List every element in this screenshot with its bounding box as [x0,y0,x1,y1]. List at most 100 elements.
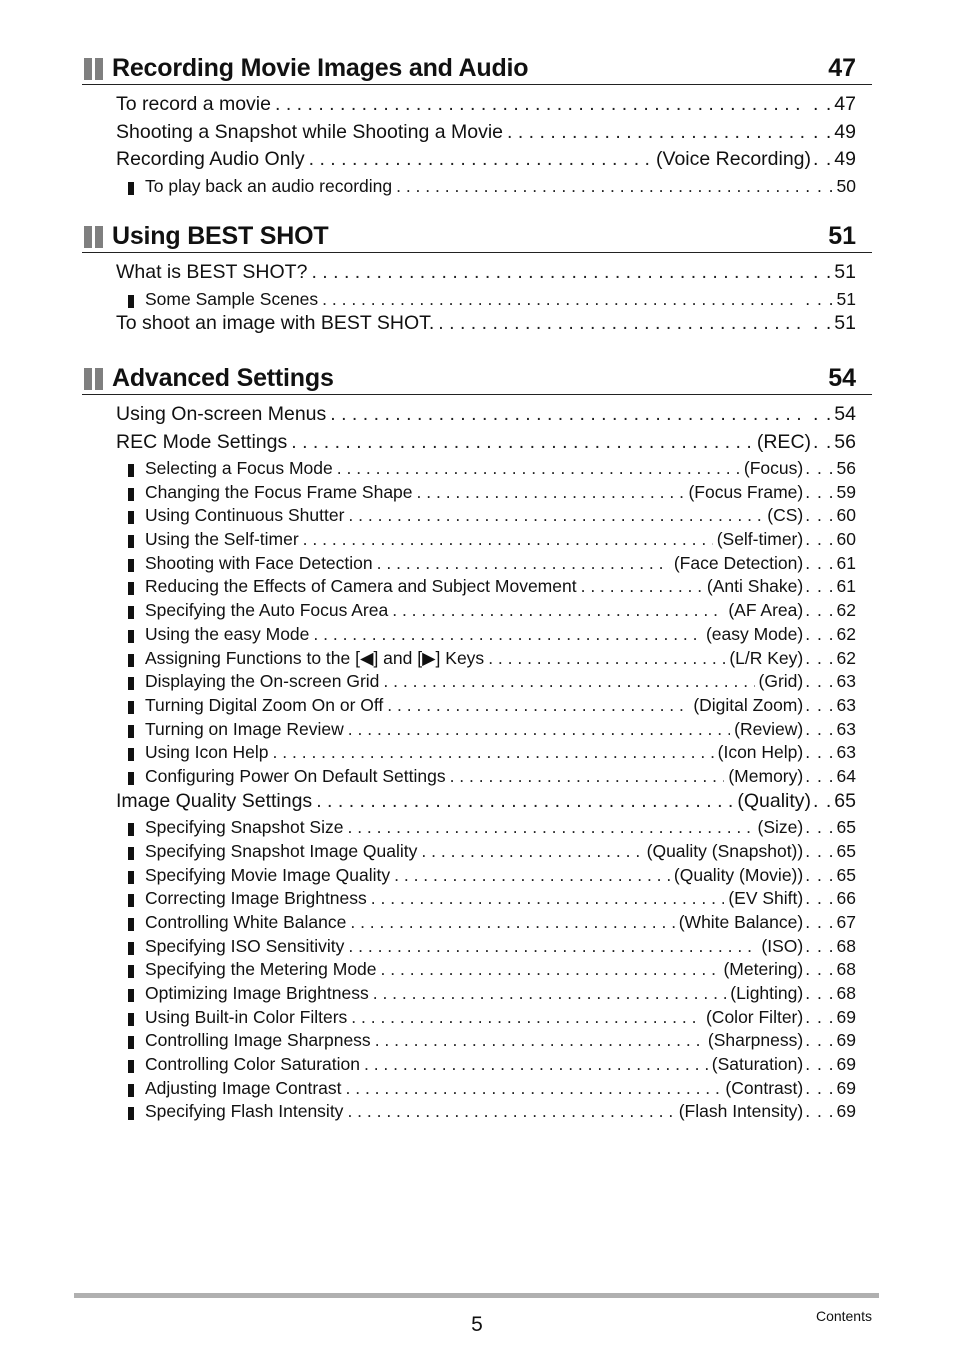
entry-page-number: 51 [834,261,856,283]
entry-label: Using Built-in Color Filters [145,1006,348,1027]
entry-label: Reducing the Effects of Camera and Subje… [145,576,577,597]
dot-leader [273,742,714,763]
entry-mode-tag: (Flash Intensity) [678,1101,804,1122]
bullet-icon [128,653,134,667]
dot-leader-short: . . . [805,935,835,956]
toc-subentry[interactable]: Optimizing Image Brightness (Lighting). .… [82,983,856,1007]
entry-page-number: 68 [836,959,856,980]
entry-page-number: 60 [836,505,856,526]
dot-leader [392,600,724,621]
entry-page-number: 68 [836,935,856,956]
dot-leader-short: . . [813,93,833,115]
bullet-icon [128,941,134,955]
toc-entry[interactable]: REC Mode Settings (REC). .56 [82,431,856,459]
toc-subentry[interactable]: Using the easy Mode (easy Mode). . .62 [82,624,856,648]
entry-page-number: 49 [834,120,856,143]
dot-leader-short: . . . [805,505,835,526]
toc-subentry[interactable]: Correcting Image Brightness (EV Shift). .… [82,888,856,912]
toc-entry[interactable]: To record a movie . .47 [82,93,856,121]
entry-mode-tag: (AF Area) [728,600,804,621]
entry-mode-tag: (Self-timer) [716,529,804,550]
toc-entry[interactable]: Recording Audio Only (Voice Recording). .… [82,148,856,176]
toc-subentry[interactable]: Using Icon Help (Icon Help). . .63 [82,742,856,766]
dot-leader [581,576,703,597]
toc-subentry[interactable]: Some Sample Scenes . . .51 [82,289,856,313]
dot-leader-short: . . . [805,1101,835,1122]
toc-subentry[interactable]: Specifying Snapshot Image Quality (Qualit… [82,841,856,865]
entry-mode-tag: (Review) [734,718,804,739]
entry-label: Using Icon Help [145,742,269,763]
bullet-icon [128,181,134,195]
toc-subentry[interactable]: To play back an audio recording . . .50 [82,176,856,200]
toc-subentry[interactable]: Using Continuous Shutter (CS). . .60 [82,505,856,529]
toc-subentry[interactable]: Shooting with Face Detection (Face Detect… [82,553,856,577]
dot-leader-short: . . [813,312,833,335]
dot-leader [291,431,753,454]
entry-mode-tag: (Anti Shake) [706,576,804,597]
entry-label: Specifying Snapshot Image Quality [145,840,418,861]
entry-list: Using On-screen Menus. .54REC Mode Setti… [82,403,872,1125]
entry-mode-tag: (Color Filter) [705,1006,804,1027]
entry-mode-tag: (Icon Help) [717,742,804,763]
toc-subentry[interactable]: Specifying the Auto Focus Area (AF Area).… [82,600,856,624]
bullet-icon [128,1012,134,1026]
toc-entry[interactable]: Image Quality Settings (Quality). .65 [82,790,856,818]
entry-page-number: 51 [836,288,856,309]
toc-subentry[interactable]: Specifying Flash Intensity (Flash Intensi… [82,1101,856,1125]
bullet-icon [128,846,134,860]
bullet-icon [128,677,134,691]
toc-subentry[interactable]: Using the Self-timer (Self-timer). . .60 [82,529,856,553]
toc-subentry[interactable]: Controlling Color Saturation (Saturation)… [82,1054,856,1078]
entry-mode-tag: (Face Detection) [673,552,804,573]
entry-label: Controlling Image Sharpness [145,1030,371,1051]
toc-subentry[interactable]: Specifying Snapshot Size (Size). . .65 [82,817,856,841]
toc-entry[interactable]: What is BEST SHOT? . .51 [82,261,856,289]
toc-subentry[interactable]: Assigning Functions to the [◀] and [▶] K… [82,648,856,672]
toc-subentry[interactable]: Specifying ISO Sensitivity (ISO). . .68 [82,936,856,960]
toc-subentry[interactable]: Turning on Image Review (Review). . .63 [82,719,856,743]
dot-leader-short: . . . [805,864,835,885]
entry-page-number: 62 [836,600,856,621]
entry-mode-tag: (Saturation) [711,1054,804,1074]
entry-page-number: 62 [836,623,856,644]
entry-mode-tag: (Quality (Movie)) [673,864,804,885]
entry-page-number: 61 [836,576,856,597]
dot-leader [337,458,740,479]
toc-subentry[interactable]: Specifying the Metering Mode (Metering). … [82,959,856,983]
entry-page-number: 61 [836,552,856,573]
dot-leader-short: . . . [805,1006,835,1027]
toc-subentry[interactable]: Using Built-in Color Filters (Color Filte… [82,1007,856,1031]
dot-leader-short: . . . [805,529,835,550]
toc-subentry[interactable]: Controlling White Balance (White Balance)… [82,912,856,936]
entry-page-number: 65 [836,817,856,838]
dot-leader [330,403,807,426]
dot-leader [371,888,725,909]
dot-leader [347,1101,674,1122]
dot-leader [364,1054,708,1075]
page-number: 5 [471,1313,483,1336]
toc-subentry[interactable]: Adjusting Image Contrast (Contrast). . .6… [82,1078,856,1102]
toc-subentry[interactable]: Controlling Image Sharpness (Sharpness). … [82,1030,856,1054]
dot-leader [316,790,733,813]
toc-subentry[interactable]: Turning Digital Zoom On or Off (Digital Z… [82,695,856,719]
dot-leader [347,817,753,838]
toc-subentry[interactable]: Changing the Focus Frame Shape (Focus Fra… [82,482,856,506]
toc-subentry[interactable]: Selecting a Focus Mode (Focus). . .56 [82,458,856,482]
dot-leader-short: . . . [805,718,835,739]
toc-entry[interactable]: To shoot an image with BEST SHOT. . .51 [82,312,856,340]
toc-subentry[interactable]: Displaying the On-screen Grid (Grid). . .… [82,671,856,695]
section-heading[interactable]: Using BEST SHOT 51 [82,216,872,253]
entry-label: Changing the Focus Frame Shape [145,481,413,502]
toc-entry[interactable]: Shooting a Snapshot while Shooting a Mov… [82,121,856,149]
contents-link[interactable]: Contents [816,1308,872,1324]
toc-subentry[interactable]: Reducing the Effects of Camera and Subje… [82,576,856,600]
entry-page-number: 56 [834,430,856,453]
entry-mode-tag: (Quality (Snapshot)) [646,840,804,861]
dot-leader-short: . . . [805,671,835,692]
entry-page-number: 60 [836,529,856,550]
section-heading[interactable]: Advanced Settings 54 [82,358,872,395]
toc-subentry[interactable]: Configuring Power On Default Settings (Me… [82,766,856,790]
section-heading[interactable]: Recording Movie Images and Audio 47 [82,48,872,85]
toc-entry[interactable]: Using On-screen Menus . .54 [82,403,856,431]
toc-subentry[interactable]: Specifying Movie Image Quality (Quality (… [82,865,856,889]
